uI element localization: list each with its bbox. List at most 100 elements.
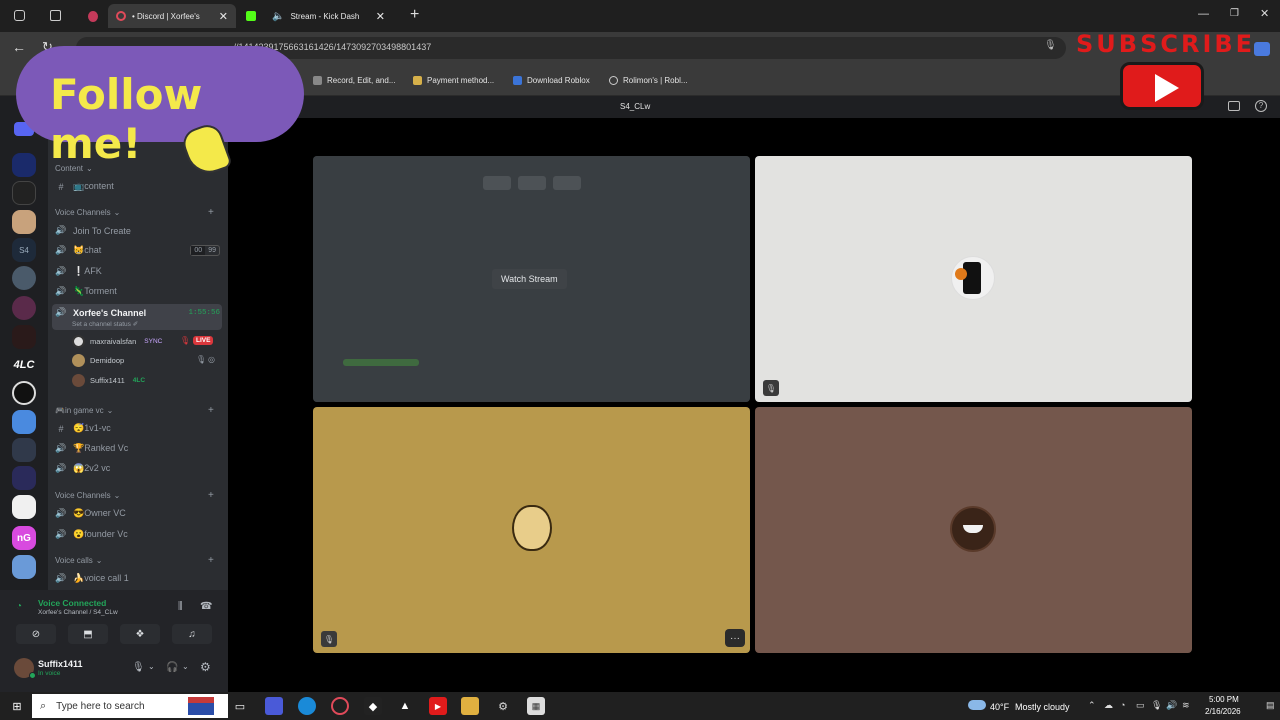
channel-torment[interactable]: 🔊 🦎Torment (55, 286, 220, 297)
channel-founder[interactable]: 🔊 😮founder Vc (55, 529, 220, 540)
activities-button[interactable]: ❖ (120, 624, 160, 644)
channel-1v1[interactable]: # 😴1v1-vc (55, 423, 220, 434)
camera-off-button[interactable]: ⊘ (16, 624, 56, 644)
channel-status[interactable]: Set a channel status ✐ (72, 320, 138, 328)
server-icon[interactable] (12, 466, 36, 490)
voice-status[interactable]: Voice Connected (38, 598, 106, 608)
voice-member[interactable]: Suffix1411 4LC (72, 374, 148, 387)
tab-actions-icon[interactable] (50, 10, 61, 21)
chevron-down-icon[interactable]: ⌄ (182, 662, 189, 671)
participant-tile[interactable]: 🎙 (755, 156, 1192, 402)
workspaces-icon[interactable] (14, 10, 25, 21)
category-in-game-vc[interactable]: 🎮in game vc ⌄ (55, 406, 113, 415)
server-icon[interactable] (12, 181, 36, 205)
channel-xorfee[interactable]: 🔊 Xorfee's Channel 1:55:56 (55, 307, 220, 318)
screen-share-button[interactable]: ⬒ (68, 624, 108, 644)
channel-join-to-create[interactable]: 🔊 Join To Create (55, 225, 220, 236)
onedrive-icon[interactable]: ☁ (1104, 700, 1113, 711)
voice-member[interactable]: Demidoop (72, 354, 124, 367)
server-icon[interactable] (12, 296, 36, 320)
headphones-icon[interactable]: 🎧 (166, 662, 178, 673)
help-icon[interactable]: ? (1255, 100, 1267, 112)
monitor-icon[interactable]: ▭ (1136, 700, 1145, 711)
server-icon[interactable] (12, 381, 36, 405)
voice-location[interactable]: Xorfee's Channel / S4_CLw (38, 609, 118, 616)
inbox-icon[interactable] (1228, 101, 1240, 111)
close-tab-icon[interactable]: ✕ (219, 10, 228, 23)
noise-suppression-icon[interactable]: ⫼ (178, 601, 183, 612)
settings-gear-icon[interactable]: ⚙ (494, 697, 512, 715)
server-icon[interactable] (12, 153, 36, 177)
channel-voice-call[interactable]: 🔊 🍌voice call 1 (55, 573, 220, 584)
minimize-button[interactable]: — (1198, 8, 1209, 20)
server-icon[interactable] (12, 325, 36, 349)
microphone-icon[interactable]: 🎙 (132, 662, 145, 673)
voice-member[interactable]: maxraivalsfan SYNC (72, 335, 165, 348)
bookmark-item[interactable]: Rolimon's | Robl... (609, 76, 688, 85)
new-tab-button[interactable]: + (410, 6, 419, 24)
watch-stream-button[interactable]: Watch Stream (492, 269, 567, 289)
settings-gear-icon[interactable]: ⚙ (200, 660, 211, 674)
channel-afk[interactable]: 🔊 ❕AFK (55, 266, 220, 277)
wifi-icon[interactable]: ≋ (1182, 700, 1190, 711)
category-voice-calls[interactable]: Voice calls ⌄ (55, 556, 103, 565)
server-icon[interactable] (12, 266, 36, 290)
participant-tile[interactable] (755, 407, 1192, 653)
tab-discord[interactable]: • Discord | Xorfee's ✕ (108, 4, 236, 28)
chevron-down-icon[interactable]: ⌄ (148, 662, 155, 671)
network-icon[interactable]: ◔ (1120, 700, 1125, 710)
back-arrow-icon[interactable]: ← (12, 39, 26, 55)
add-channel-icon[interactable]: + (208, 555, 214, 566)
add-channel-icon[interactable]: + (208, 207, 214, 218)
channel-ranked[interactable]: 🔊 🏆Ranked Vc (55, 443, 220, 454)
speaker-muted-icon[interactable]: 🔈 (272, 11, 284, 22)
taskbar-search-input[interactable]: ⌕ Type here to search (32, 694, 228, 718)
edge-icon[interactable] (298, 697, 316, 715)
clock-time[interactable]: 5:00 PM (1209, 695, 1239, 704)
server-icon-s4[interactable]: S4 (12, 238, 36, 262)
file-explorer-icon[interactable] (461, 697, 479, 715)
weather-icon[interactable] (968, 700, 986, 710)
microphone-icon[interactable]: 🎙 (1044, 40, 1057, 51)
volume-icon[interactable]: 🔊 (1166, 700, 1177, 711)
channel-chat[interactable]: 🔊 😸chat 00 99 (55, 245, 220, 256)
store-icon[interactable]: ▦ (527, 697, 545, 715)
windows-start-icon[interactable]: ⊞ (8, 697, 26, 715)
notifications-icon[interactable]: ▤ (1266, 700, 1275, 711)
roblox-studio-icon[interactable]: ◆ (364, 697, 382, 715)
close-tab-icon[interactable]: ✕ (376, 10, 385, 23)
microphone-icon[interactable]: 🎙 (1151, 700, 1162, 711)
category-voice-channels[interactable]: Voice Channels ⌄ (55, 208, 120, 217)
taskbar-app-icon[interactable] (265, 697, 283, 715)
disconnect-icon[interactable]: ☎ (200, 601, 212, 612)
channel-owner[interactable]: 🔊 😎Owner VC (55, 508, 220, 519)
user-name[interactable]: Suffix1411 (38, 659, 83, 669)
participant-tile[interactable]: 🎙 ··· (313, 407, 750, 653)
server-icon[interactable] (12, 438, 36, 462)
server-icon[interactable] (12, 210, 36, 234)
server-icon-ng[interactable]: nG (12, 526, 36, 550)
add-channel-icon[interactable]: + (208, 490, 214, 501)
tab-pinned[interactable] (80, 4, 106, 28)
channel-content[interactable]: # 📺content (55, 181, 220, 192)
server-icon[interactable] (12, 495, 36, 519)
close-window-button[interactable]: ✕ (1260, 7, 1269, 20)
chevron-up-icon[interactable]: ⌃ (1088, 700, 1096, 711)
server-icon[interactable] (12, 555, 36, 579)
category-voice-channels-2[interactable]: Voice Channels ⌄ (55, 491, 120, 500)
arc-icon[interactable]: ▲ (396, 697, 414, 715)
opera-icon[interactable] (331, 697, 349, 715)
bookmark-item[interactable]: Download Roblox (513, 76, 590, 85)
weather-description[interactable]: Mostly cloudy (1015, 702, 1070, 712)
server-icon-4lc[interactable]: 4LC (10, 353, 38, 377)
tab-kick[interactable]: 🔈 Stream - Kick Dash ✕ (238, 4, 393, 28)
weather-temp[interactable]: 40°F (990, 702, 1009, 712)
youtube-icon[interactable]: ▶ (429, 697, 447, 715)
clock-date[interactable]: 2/16/2026 (1205, 707, 1241, 716)
channel-2v2[interactable]: 🔊 😱2v2 vc (55, 463, 220, 474)
task-view-icon[interactable]: ▭ (231, 697, 249, 715)
stream-tile[interactable]: Watch Stream (313, 156, 750, 402)
soundboard-button[interactable]: ♫ (172, 624, 212, 644)
server-icon[interactable] (12, 410, 36, 434)
maximize-button[interactable]: ❐ (1230, 8, 1239, 19)
